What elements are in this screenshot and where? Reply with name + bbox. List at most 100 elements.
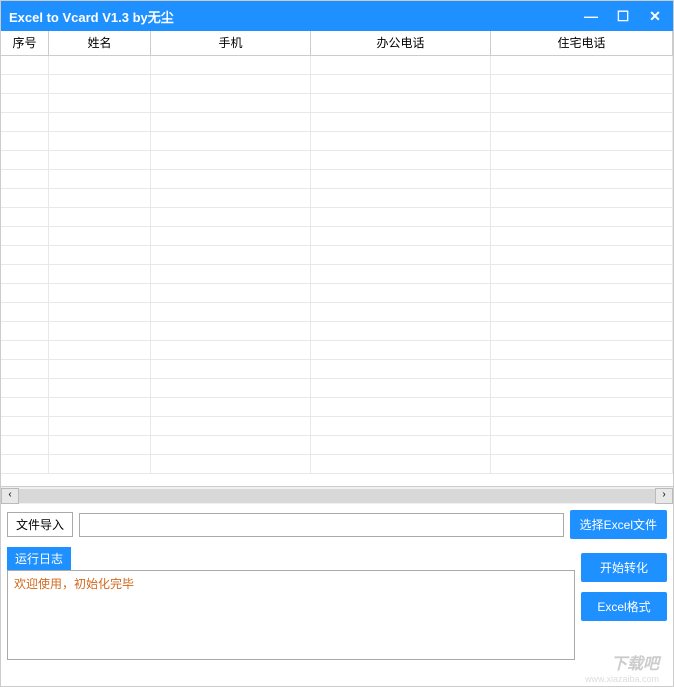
table-row[interactable] <box>1 170 673 189</box>
table-cell[interactable] <box>1 303 49 322</box>
table-cell[interactable] <box>151 227 311 246</box>
table-row[interactable] <box>1 341 673 360</box>
table-cell[interactable] <box>491 227 673 246</box>
table-cell[interactable] <box>151 151 311 170</box>
table-row[interactable] <box>1 151 673 170</box>
table-cell[interactable] <box>311 227 491 246</box>
table-row[interactable] <box>1 227 673 246</box>
table-row[interactable] <box>1 189 673 208</box>
table-cell[interactable] <box>491 94 673 113</box>
minimize-button[interactable]: — <box>581 8 601 25</box>
table-cell[interactable] <box>491 341 673 360</box>
table-row[interactable] <box>1 132 673 151</box>
select-excel-button[interactable]: 选择Excel文件 <box>570 510 667 539</box>
table-cell[interactable] <box>49 360 151 379</box>
table-cell[interactable] <box>1 455 49 474</box>
table-cell[interactable] <box>1 246 49 265</box>
table-cell[interactable] <box>151 56 311 75</box>
table-row[interactable] <box>1 284 673 303</box>
table-cell[interactable] <box>49 322 151 341</box>
log-output[interactable]: 欢迎使用，初始化完毕 <box>7 570 575 660</box>
table-cell[interactable] <box>1 341 49 360</box>
start-convert-button[interactable]: 开始转化 <box>581 553 667 582</box>
table-cell[interactable] <box>1 94 49 113</box>
table-cell[interactable] <box>1 170 49 189</box>
table-cell[interactable] <box>1 227 49 246</box>
table-cell[interactable] <box>311 417 491 436</box>
table-cell[interactable] <box>311 284 491 303</box>
table-cell[interactable] <box>49 56 151 75</box>
table-cell[interactable] <box>311 94 491 113</box>
table-cell[interactable] <box>151 379 311 398</box>
col-header-office[interactable]: 办公电话 <box>311 31 491 55</box>
file-path-input[interactable] <box>79 513 564 537</box>
table-cell[interactable] <box>491 398 673 417</box>
table-cell[interactable] <box>491 189 673 208</box>
table-cell[interactable] <box>491 436 673 455</box>
table-cell[interactable] <box>1 208 49 227</box>
table-row[interactable] <box>1 379 673 398</box>
table-cell[interactable] <box>49 455 151 474</box>
table-cell[interactable] <box>1 360 49 379</box>
col-header-mobile[interactable]: 手机 <box>151 31 311 55</box>
table-cell[interactable] <box>49 170 151 189</box>
table-cell[interactable] <box>151 113 311 132</box>
scroll-right-button[interactable]: › <box>655 488 673 504</box>
table-cell[interactable] <box>491 75 673 94</box>
table-cell[interactable] <box>151 265 311 284</box>
table-cell[interactable] <box>151 246 311 265</box>
scroll-track[interactable] <box>19 489 655 503</box>
table-cell[interactable] <box>491 132 673 151</box>
close-button[interactable]: ✕ <box>645 8 665 25</box>
table-cell[interactable] <box>49 265 151 284</box>
table-cell[interactable] <box>491 284 673 303</box>
table-row[interactable] <box>1 246 673 265</box>
table-cell[interactable] <box>311 360 491 379</box>
table-cell[interactable] <box>151 208 311 227</box>
table-cell[interactable] <box>49 227 151 246</box>
table-row[interactable] <box>1 265 673 284</box>
table-cell[interactable] <box>151 455 311 474</box>
table-cell[interactable] <box>49 246 151 265</box>
table-cell[interactable] <box>49 436 151 455</box>
table-cell[interactable] <box>491 360 673 379</box>
table-body[interactable] <box>1 56 673 486</box>
table-cell[interactable] <box>151 132 311 151</box>
table-cell[interactable] <box>311 113 491 132</box>
table-cell[interactable] <box>491 56 673 75</box>
table-cell[interactable] <box>491 170 673 189</box>
table-cell[interactable] <box>1 75 49 94</box>
table-row[interactable] <box>1 417 673 436</box>
table-cell[interactable] <box>1 398 49 417</box>
table-cell[interactable] <box>491 113 673 132</box>
table-cell[interactable] <box>49 379 151 398</box>
table-cell[interactable] <box>49 417 151 436</box>
table-cell[interactable] <box>1 265 49 284</box>
table-cell[interactable] <box>49 284 151 303</box>
table-cell[interactable] <box>311 265 491 284</box>
table-cell[interactable] <box>49 341 151 360</box>
table-cell[interactable] <box>49 303 151 322</box>
table-row[interactable] <box>1 303 673 322</box>
table-cell[interactable] <box>49 189 151 208</box>
table-row[interactable] <box>1 398 673 417</box>
table-cell[interactable] <box>491 246 673 265</box>
file-import-label[interactable]: 文件导入 <box>7 512 73 537</box>
table-cell[interactable] <box>151 436 311 455</box>
table-cell[interactable] <box>311 436 491 455</box>
col-header-seq[interactable]: 序号 <box>1 31 49 55</box>
table-cell[interactable] <box>151 94 311 113</box>
table-row[interactable] <box>1 94 673 113</box>
table-cell[interactable] <box>49 94 151 113</box>
horizontal-scrollbar[interactable]: ‹ › <box>1 486 673 504</box>
table-row[interactable] <box>1 436 673 455</box>
table-cell[interactable] <box>311 151 491 170</box>
maximize-button[interactable]: ☐ <box>613 8 633 25</box>
table-cell[interactable] <box>491 322 673 341</box>
table-cell[interactable] <box>311 170 491 189</box>
table-cell[interactable] <box>1 132 49 151</box>
table-cell[interactable] <box>1 436 49 455</box>
table-cell[interactable] <box>151 360 311 379</box>
table-row[interactable] <box>1 455 673 474</box>
table-cell[interactable] <box>151 417 311 436</box>
